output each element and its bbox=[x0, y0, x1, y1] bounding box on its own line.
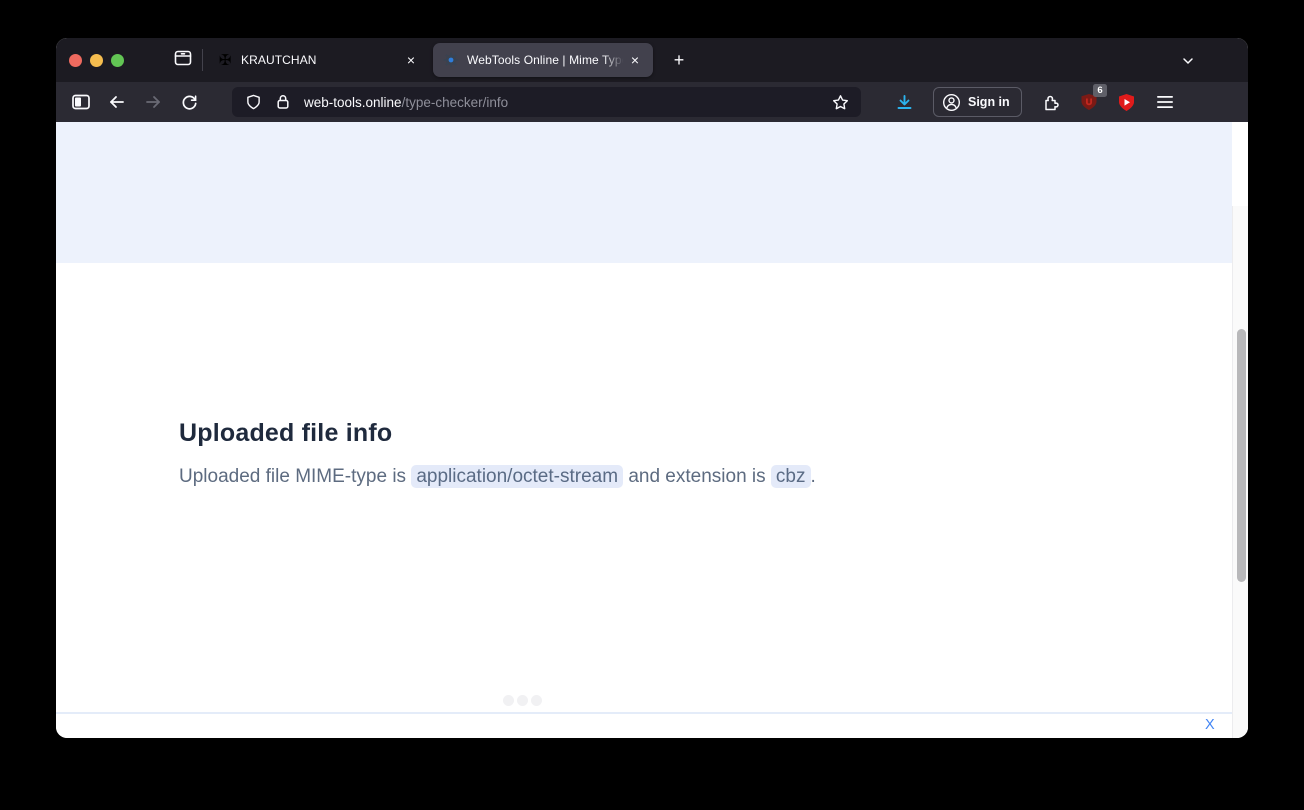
tracking-protection-shield-icon[interactable] bbox=[240, 89, 266, 115]
mime-type-value: application/octet-stream bbox=[411, 465, 623, 488]
close-window-button[interactable] bbox=[69, 54, 82, 67]
file-info-text: Uploaded file MIME-type is application/o… bbox=[179, 466, 816, 488]
tab-bar: ✠ KRAUTCHAN × bbox=[56, 38, 1248, 82]
navigation-toolbar: web-tools.online/type-checker/info bbox=[56, 82, 1248, 122]
body-suffix: . bbox=[811, 466, 816, 487]
tab-title: WebTools Online | Mime Type Ch bbox=[467, 53, 625, 67]
footer-divider bbox=[56, 712, 1232, 714]
tab-krautchan[interactable]: ✠ KRAUTCHAN × bbox=[207, 43, 429, 77]
reload-icon bbox=[181, 94, 198, 111]
sign-in-label: Sign in bbox=[968, 95, 1010, 109]
dot bbox=[503, 695, 514, 706]
ublock-origin-button[interactable]: 6 bbox=[1073, 87, 1105, 117]
maltese-cross-favicon: ✠ bbox=[217, 52, 233, 68]
forward-button[interactable] bbox=[138, 88, 168, 116]
extensions-button[interactable] bbox=[1035, 87, 1067, 117]
url-path: /type-checker/info bbox=[402, 95, 509, 110]
traffic-lights bbox=[69, 54, 124, 67]
sidebar-toggle-button[interactable] bbox=[66, 88, 96, 116]
downloads-button[interactable] bbox=[888, 87, 920, 117]
list-all-tabs-button[interactable] bbox=[1174, 50, 1202, 72]
blue-gear-favicon bbox=[443, 52, 459, 68]
body-prefix: Uploaded file MIME-type is bbox=[179, 466, 411, 487]
firefox-view-button[interactable] bbox=[166, 45, 200, 75]
ad-close-button[interactable]: X bbox=[1205, 717, 1215, 733]
minimize-window-button[interactable] bbox=[90, 54, 103, 67]
extension-value: cbz bbox=[771, 465, 811, 488]
tab-webtools-active[interactable]: WebTools Online | Mime Type Ch × bbox=[433, 43, 653, 77]
dot bbox=[531, 695, 542, 706]
toolbar-right-icons: Sign in 6 bbox=[885, 87, 1184, 117]
red-play-shield-icon bbox=[1117, 93, 1136, 112]
firefox-view-icon bbox=[173, 48, 193, 73]
back-button[interactable] bbox=[102, 88, 132, 116]
lock-icon[interactable] bbox=[270, 89, 296, 115]
page-content: Uploaded file info Uploaded file MIME-ty… bbox=[56, 122, 1248, 738]
reload-button[interactable] bbox=[174, 88, 204, 116]
url-bar[interactable]: web-tools.online/type-checker/info bbox=[232, 87, 861, 117]
url-text: web-tools.online/type-checker/info bbox=[304, 95, 827, 110]
download-icon bbox=[896, 94, 913, 111]
browser-window: ✠ KRAUTCHAN × bbox=[56, 38, 1248, 738]
page-title: Uploaded file info bbox=[179, 419, 392, 448]
adblock-for-youtube-button[interactable] bbox=[1111, 87, 1143, 117]
tab-title: KRAUTCHAN bbox=[241, 53, 401, 67]
hero-band bbox=[56, 122, 1232, 263]
forward-arrow-icon bbox=[144, 94, 162, 110]
new-tab-button[interactable]: + bbox=[665, 46, 693, 74]
tab-close-button[interactable]: × bbox=[401, 50, 421, 70]
url-host: web-tools.online bbox=[304, 95, 402, 110]
dot bbox=[517, 695, 528, 706]
app-menu-button[interactable] bbox=[1149, 87, 1181, 117]
body-middle: and extension is bbox=[623, 466, 771, 487]
tab-separator bbox=[202, 49, 203, 71]
back-arrow-icon bbox=[108, 94, 126, 110]
hamburger-menu-icon bbox=[1156, 95, 1174, 109]
zoom-window-button[interactable] bbox=[111, 54, 124, 67]
ublock-badge: 6 bbox=[1093, 84, 1106, 97]
loading-dots bbox=[503, 695, 542, 706]
scrollbar-thumb[interactable] bbox=[1237, 329, 1246, 582]
sidebar-icon bbox=[72, 94, 90, 110]
sign-in-button[interactable]: Sign in bbox=[933, 87, 1022, 117]
bookmark-star-button[interactable] bbox=[827, 89, 853, 115]
scrollbar-track[interactable] bbox=[1232, 206, 1248, 738]
puzzle-piece-icon bbox=[1042, 94, 1059, 111]
tab-close-button[interactable]: × bbox=[625, 50, 645, 70]
chevron-down-icon bbox=[1180, 53, 1196, 69]
account-icon bbox=[942, 93, 961, 112]
